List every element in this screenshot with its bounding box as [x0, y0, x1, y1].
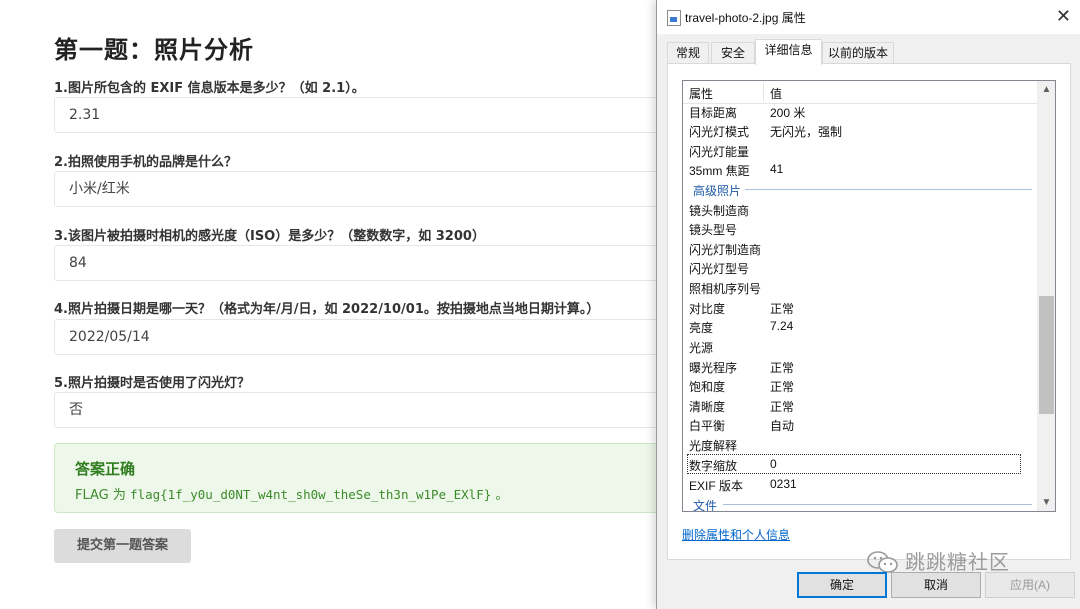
property-list[interactable]: 属性 值 目标距离 200 米 闪光灯模式 无闪光，强制 闪光灯能量 35mm 焦距… [682, 80, 1056, 512]
question-2-answer-input[interactable]: 小米/红米 [54, 171, 674, 207]
question-3-answer-input[interactable]: 84 [54, 245, 674, 281]
question-1-answer-input[interactable]: 2.31 [54, 97, 674, 133]
scroll-down-arrow-icon[interactable]: ▼ [1038, 494, 1055, 511]
property-value: 自动 [770, 419, 795, 433]
result-title: 答案正确 [75, 460, 136, 478]
close-icon[interactable]: ✕ [1056, 6, 1071, 26]
property-name: 目标距离 [689, 106, 738, 120]
cancel-button[interactable]: 取消 [891, 572, 981, 598]
group-label: 文件 [693, 499, 718, 512]
property-value: 200 米 [770, 106, 806, 120]
list-item[interactable]: EXIF 版本 0231 [683, 474, 1037, 494]
list-item[interactable]: 对比度 正常 [683, 297, 1037, 317]
scrollbar-thumb[interactable] [1039, 296, 1054, 414]
question-1-label: 1.图片所包含的 EXIF 信息版本是多少？（如 2.1）。 [54, 81, 365, 96]
property-name: 饱和度 [689, 380, 726, 394]
property-name: 镜头制造商 [689, 204, 750, 218]
dialog-title: travel-photo-2.jpg 属性 [685, 11, 806, 25]
list-item[interactable]: 镜头制造商 [683, 199, 1037, 219]
vertical-scrollbar[interactable]: ▲ ▼ [1037, 81, 1055, 511]
list-item[interactable]: 闪光灯制造商 [683, 238, 1037, 258]
tab-details[interactable]: 详细信息 [755, 39, 822, 65]
column-divider[interactable] [763, 83, 764, 101]
list-item[interactable]: 光源 [683, 336, 1037, 356]
list-item-selected[interactable]: 数字缩放 0 [687, 454, 1021, 474]
list-item[interactable]: 闪光灯模式 无闪光，强制 [683, 120, 1037, 140]
question-5-label: 5.照片拍摄时是否使用了闪光灯？ [54, 376, 250, 391]
question-2-label: 2.拍照使用手机的品牌是什么？ [54, 155, 237, 170]
list-item[interactable]: 亮度 7.24 [683, 316, 1037, 336]
property-name: 光源 [689, 341, 714, 355]
property-name: 曝光程序 [689, 361, 738, 375]
group-header-advanced-photo[interactable]: 高级照片 [683, 179, 1037, 199]
property-name: 亮度 [689, 321, 714, 335]
property-value: 0 [770, 457, 777, 471]
property-value: 正常 [770, 302, 795, 316]
property-name: 白平衡 [689, 419, 726, 433]
question-4-label: 4.照片拍摄日期是哪一天？（格式为年/月/日，如 2022/10/01。按拍摄地… [54, 302, 600, 317]
property-value: 正常 [770, 380, 795, 394]
list-item[interactable]: 35mm 焦距 41 [683, 159, 1037, 179]
question-4-answer-input[interactable]: 2022/05/14 [54, 319, 674, 355]
result-message: FLAG 为 flag{1f_y0u_d0NT_w4nt_sh0w_theSe_… [75, 484, 508, 503]
properties-dialog: travel-photo-2.jpg 属性 ✕ 常规 安全 详细信息 以前的版本… [656, 0, 1080, 609]
quiz-page: 第一题：照片分析 1.图片所包含的 EXIF 信息版本是多少？（如 2.1）。 … [0, 0, 700, 609]
group-header-file[interactable]: 文件 [683, 494, 1037, 512]
submit-button[interactable]: 提交第一题答案 [54, 529, 191, 563]
property-value: 0231 [770, 477, 797, 491]
question-3-label: 3.该图片被拍摄时相机的感光度（ISO）是多少？（整数数字，如 3200） [54, 229, 485, 244]
property-name: EXIF 版本 [689, 479, 744, 493]
question-5-answer-input[interactable]: 否 [54, 392, 674, 428]
tab-previous-versions[interactable]: 以前的版本 [822, 42, 894, 64]
property-name: 光度解释 [689, 439, 738, 453]
dialog-titlebar[interactable]: travel-photo-2.jpg 属性 ✕ [657, 0, 1080, 34]
remove-properties-link[interactable]: 删除属性和个人信息 [682, 526, 790, 543]
property-value: 41 [770, 162, 784, 176]
list-item[interactable]: 饱和度 正常 [683, 375, 1037, 395]
result-alert: 答案正确 FLAG 为 flag{1f_y0u_d0NT_w4nt_sh0w_t… [54, 443, 674, 513]
tab-security[interactable]: 安全 [711, 42, 755, 64]
ok-button[interactable]: 确定 [797, 572, 887, 598]
property-value: 正常 [770, 361, 795, 375]
property-value: 正常 [770, 400, 795, 414]
watermark-text: 跳跳糖社区 [905, 552, 1010, 574]
property-name: 照相机序列号 [689, 282, 762, 296]
group-divider [745, 189, 1032, 190]
list-item[interactable]: 曝光程序 正常 [683, 356, 1037, 376]
list-item[interactable]: 照相机序列号 [683, 277, 1037, 297]
property-name: 清晰度 [689, 400, 726, 414]
property-value: 无闪光，强制 [770, 125, 843, 139]
group-label: 高级照片 [693, 184, 742, 198]
flag-value: flag{1f_y0u_d0NT_w4nt_sh0w_theSe_th3n_w1… [130, 487, 492, 502]
list-item[interactable]: 目标距离 200 米 [683, 101, 1037, 121]
property-name: 闪光灯型号 [689, 262, 750, 276]
property-name: 闪光灯制造商 [689, 243, 762, 257]
property-name: 镜头型号 [689, 223, 738, 237]
property-name: 对比度 [689, 302, 726, 316]
column-header-value[interactable]: 值 [770, 85, 782, 102]
property-value: 7.24 [770, 319, 794, 333]
list-item[interactable]: 闪光灯能量 [683, 140, 1037, 160]
property-name: 闪光灯能量 [689, 145, 750, 159]
tab-general[interactable]: 常规 [667, 42, 709, 64]
list-item[interactable]: 清晰度 正常 [683, 395, 1037, 415]
list-item[interactable]: 闪光灯型号 [683, 257, 1037, 277]
property-name: 35mm 焦距 [689, 164, 750, 178]
property-name: 数字缩放 [689, 459, 738, 473]
list-item[interactable]: 光度解释 [683, 434, 1037, 454]
result-suffix: 。 [491, 488, 509, 503]
apply-button[interactable]: 应用(A) [985, 572, 1075, 598]
scroll-up-arrow-icon[interactable]: ▲ [1038, 81, 1055, 98]
result-prefix: FLAG 为 [75, 488, 131, 503]
list-item[interactable]: 镜头型号 [683, 218, 1037, 238]
group-divider [723, 504, 1032, 505]
details-panel: 属性 值 目标距离 200 米 闪光灯模式 无闪光，强制 闪光灯能量 35mm 焦距… [667, 63, 1071, 560]
column-header-property[interactable]: 属性 [689, 85, 713, 102]
property-name: 闪光灯模式 [689, 125, 750, 139]
page-title: 第一题：照片分析 [54, 36, 254, 64]
image-file-icon [667, 10, 681, 26]
list-item[interactable]: 白平衡 自动 [683, 414, 1037, 434]
